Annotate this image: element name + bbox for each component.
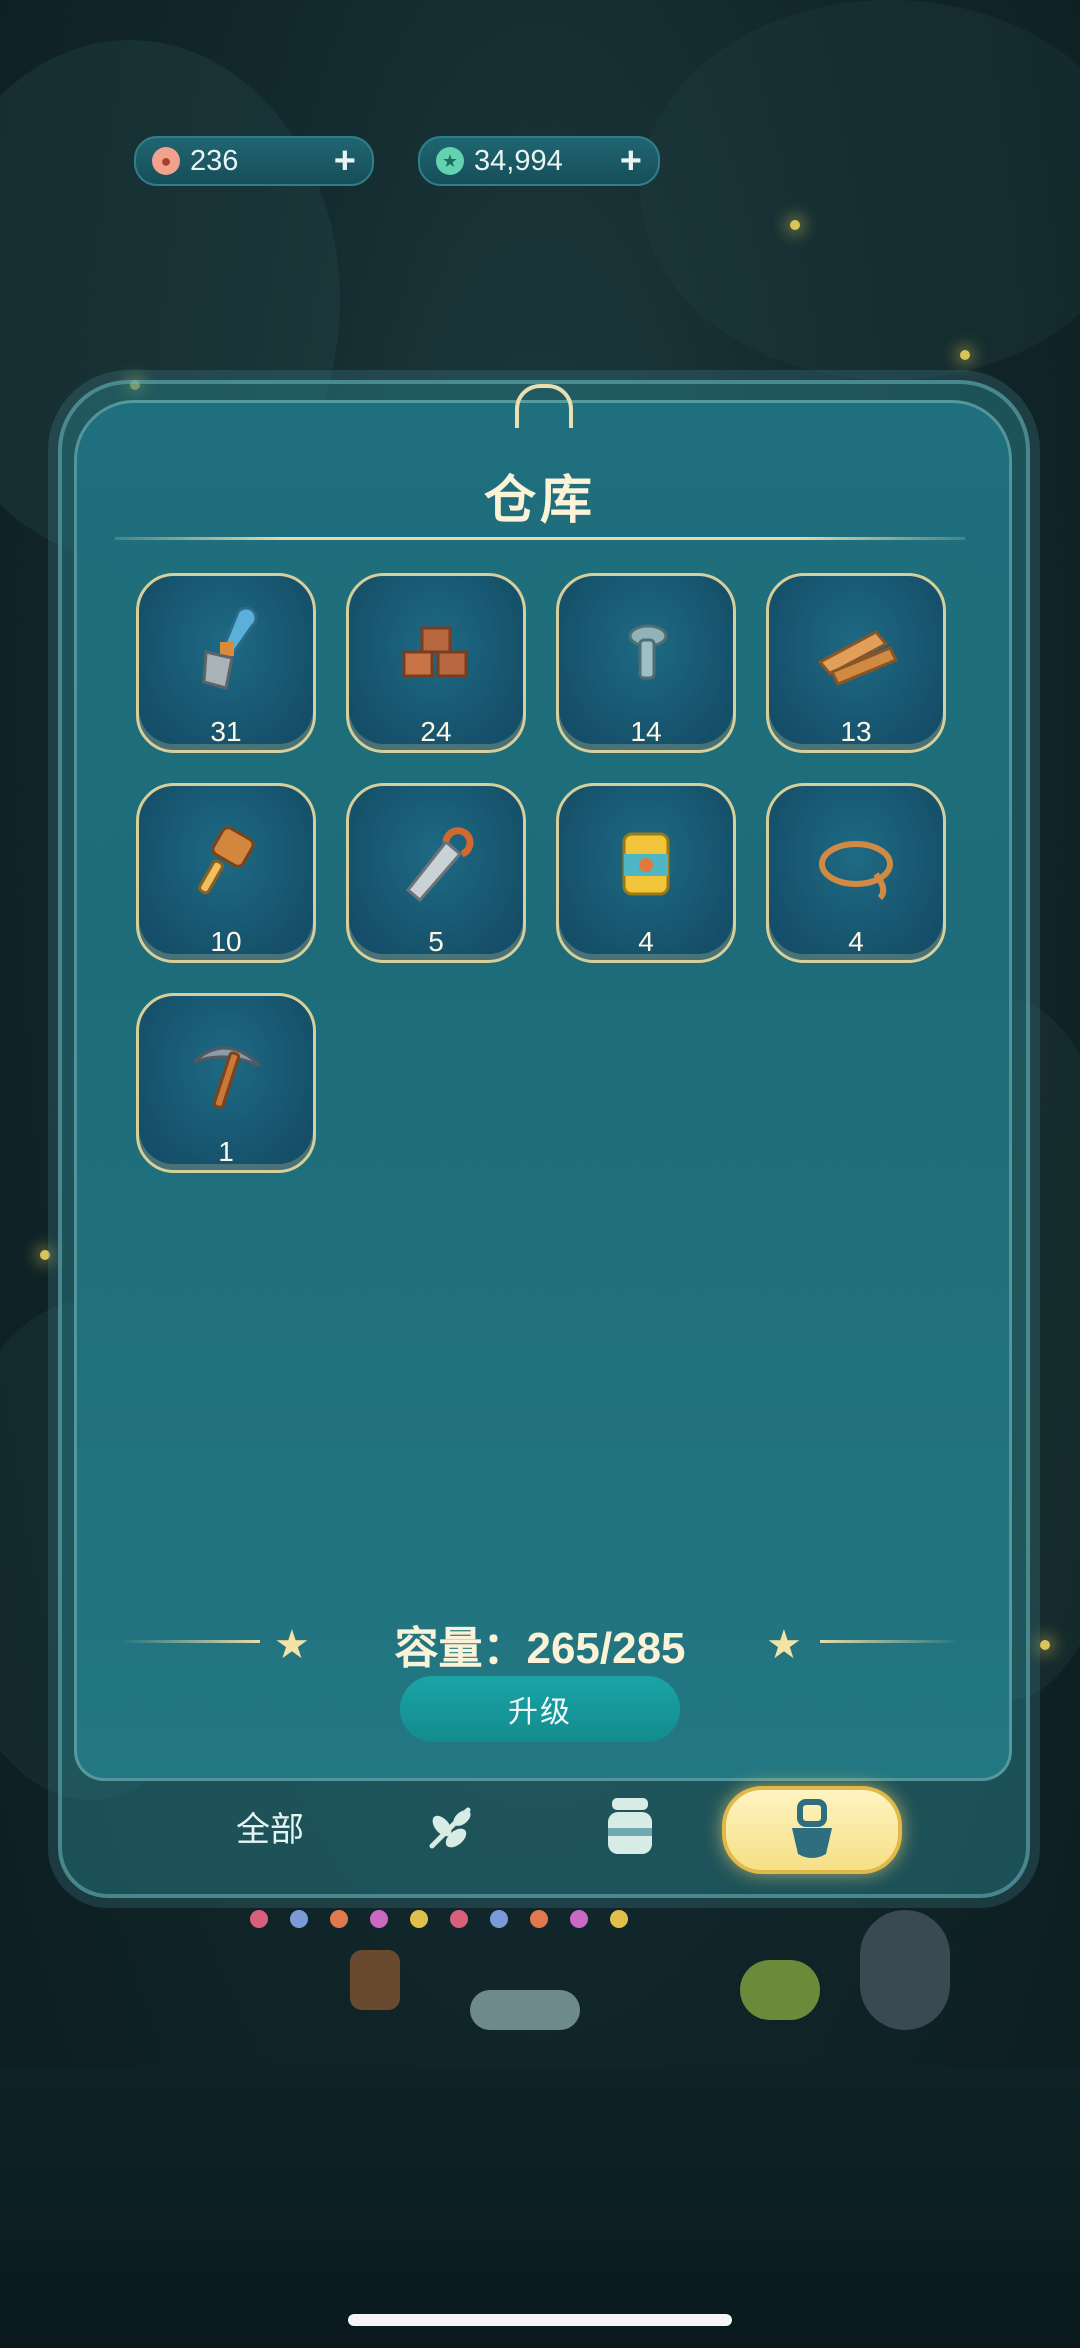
wood-blocks-icon (402, 626, 468, 678)
item-count: 24 (420, 716, 452, 747)
mallet-icon (198, 826, 255, 895)
saw-icon (405, 827, 474, 903)
upgrade-button[interactable]: 升级 (400, 1676, 680, 1742)
tab-jars[interactable] (580, 1786, 680, 1866)
title-divider (115, 537, 965, 540)
page-title: 仓库 (483, 471, 596, 531)
star-gem-icon: ★ (436, 147, 464, 175)
gem-counter[interactable]: ★ 34,994 + (418, 136, 660, 186)
item-slot-rope[interactable]: 4 (766, 783, 946, 963)
item-slot-shovel[interactable]: 31 (136, 573, 316, 753)
shovel-icon (202, 606, 258, 690)
item-count: 10 (210, 926, 242, 957)
tools-icon (792, 1799, 832, 1858)
item-slot-saw[interactable]: 5 (346, 783, 526, 963)
add-coins-button[interactable]: + (334, 142, 356, 180)
add-gems-button[interactable]: + (620, 142, 642, 180)
item-slot-screw[interactable]: 14 (556, 573, 736, 753)
screw-icon (628, 624, 668, 680)
plant-icon (429, 1807, 471, 1849)
star-icon: ★ (766, 1622, 802, 1668)
item-slot-pickaxe[interactable]: 1 (136, 993, 316, 1173)
capacity-text: 容量：265/285 (394, 1624, 686, 1673)
capacity-divider-right (820, 1640, 960, 1643)
panel-crest (515, 384, 573, 428)
item-slot-wood-planks[interactable]: 13 (766, 573, 946, 753)
home-indicator[interactable] (348, 2314, 732, 2326)
wood-planks-icon (817, 630, 899, 686)
gem-value: 34,994 (474, 144, 563, 177)
item-count: 13 (840, 716, 872, 747)
item-slot-wood-blocks[interactable]: 24 (346, 573, 526, 753)
rope-icon (819, 841, 893, 901)
jar-icon (608, 1798, 652, 1854)
tab-tools[interactable] (722, 1786, 902, 1874)
item-count: 4 (638, 926, 654, 957)
item-count: 14 (630, 716, 662, 747)
item-count: 31 (210, 716, 242, 747)
item-count: 5 (428, 926, 444, 957)
item-slot-mallet[interactable]: 10 (136, 783, 316, 963)
coin-value: 236 (190, 144, 239, 177)
coin-counter[interactable]: ● 236 + (134, 136, 374, 186)
paint-can-icon (622, 832, 670, 896)
coin-icon: ● (152, 147, 180, 175)
item-count: 4 (848, 926, 864, 957)
item-slot-paint-can[interactable]: 4 (556, 783, 736, 963)
item-count: 1 (218, 1136, 234, 1167)
pickaxe-icon (192, 1046, 262, 1109)
tab-plants[interactable] (400, 1786, 500, 1866)
tab-all[interactable]: 全部 (210, 1786, 330, 1866)
